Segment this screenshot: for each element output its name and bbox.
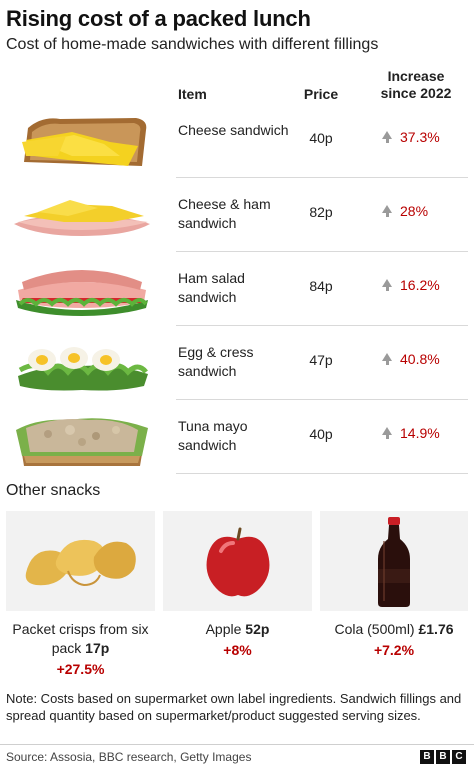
egg-cress-sandwich-photo: [18, 347, 148, 391]
apple-photo: [206, 527, 270, 597]
table-row: Cheese sandwich 40p 37.3%: [6, 104, 468, 178]
footer-divider: [0, 744, 474, 745]
up-arrow-icon: [382, 205, 392, 217]
item-price: 82p: [309, 204, 333, 220]
snack-increase: +8%: [223, 642, 252, 658]
table-row: Tuna mayo sandwich 40p 14.9%: [6, 400, 468, 474]
snack-label: Apple 52p +8%: [163, 620, 312, 660]
header-item: Item: [178, 86, 207, 102]
table-row: Cheese & ham sandwich 82p 28%: [6, 178, 468, 252]
item-name: Cheese sandwich: [178, 122, 289, 138]
ham-salad-sandwich-photo: [16, 270, 148, 316]
item-price: 40p: [309, 426, 333, 442]
snack-card: [6, 511, 155, 611]
item-price: 47p: [309, 352, 333, 368]
item-increase: 16.2%: [400, 277, 440, 293]
item-price: 84p: [309, 278, 333, 294]
up-arrow-icon: [382, 279, 392, 291]
item-name: Tuna mayo sandwich: [178, 418, 248, 453]
snack-increase: +7.2%: [373, 642, 415, 658]
item-increase: 37.3%: [400, 129, 440, 145]
cheese-sandwich-photo: [22, 118, 147, 166]
cola-bottle-photo: [378, 517, 410, 607]
snack-card: [163, 511, 312, 611]
snack-name: Cola (500ml): [334, 621, 415, 637]
other-snacks-title: Other snacks: [6, 482, 101, 499]
snack-card: [320, 511, 468, 611]
item-name: Cheese & ham sandwich: [178, 196, 271, 231]
snack-name: Packet crisps from six pack: [12, 621, 149, 656]
up-arrow-icon: [382, 131, 392, 143]
crisps-photo: [25, 539, 136, 587]
snack-label: Cola (500ml) £1.76 +7.2%: [320, 620, 468, 660]
bbc-logo-letter: B: [436, 750, 450, 764]
item-name: Ham salad sandwich: [178, 270, 245, 305]
header-increase: Increase since 2022: [380, 68, 452, 101]
cheese-ham-sandwich-photo: [14, 200, 150, 236]
page-title: Rising cost of a packed lunch: [6, 6, 311, 31]
snack-price: 52p: [245, 621, 270, 637]
page-subtitle: Cost of home-made sandwiches with differ…: [6, 36, 379, 53]
item-price: 40p: [309, 130, 333, 146]
bbc-logo-letter: B: [420, 750, 434, 764]
row-divider: [176, 473, 468, 474]
snack-increase: +27.5%: [56, 661, 105, 677]
tuna-mayo-sandwich-photo: [16, 418, 148, 466]
up-arrow-icon: [382, 353, 392, 365]
source-credit: Source: Assosia, BBC research, Getty Ima…: [6, 750, 252, 764]
snack-name: Apple: [205, 621, 242, 637]
snack-price: 17p: [85, 640, 110, 656]
bbc-logo: B B C: [420, 750, 466, 764]
item-increase: 14.9%: [400, 425, 440, 441]
header-price: Price: [303, 86, 339, 102]
snack-price: £1.76: [418, 621, 454, 637]
snack-label: Packet crisps from six pack 17p +27.5%: [6, 620, 155, 679]
table-row: Egg & cress sandwich 47p 40.8%: [6, 326, 468, 400]
item-name: Egg & cress sandwich: [178, 344, 254, 379]
item-increase: 28%: [400, 203, 429, 219]
bbc-logo-letter: C: [452, 750, 466, 764]
footnote: Note: Costs based on supermarket own lab…: [6, 691, 462, 723]
table-row: Ham salad sandwich 84p 16.2%: [6, 252, 468, 326]
up-arrow-icon: [382, 427, 392, 439]
item-increase: 40.8%: [400, 351, 440, 367]
